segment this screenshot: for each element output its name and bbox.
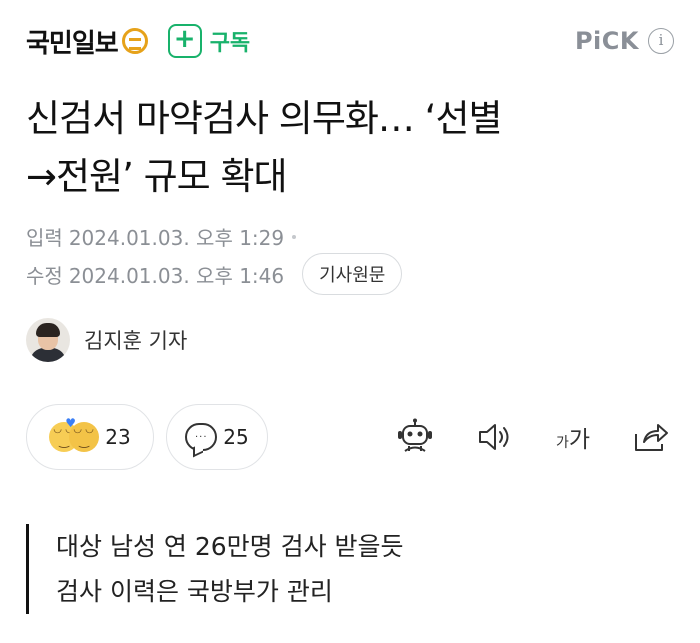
comment-icon: ··· (185, 423, 218, 451)
article-title: 신검서 마약검사 의무화… ‘선별 →전원’ 규모 확대 (26, 90, 676, 206)
subscribe-label: 구독 (209, 31, 251, 56)
plus-icon: + (167, 24, 202, 58)
summary-line: 대상 남성 연 26만명 검사 받을듯 (56, 532, 404, 561)
share-icon[interactable] (630, 416, 672, 458)
action-bar: ♥ 23 ··· 25 가가 (26, 404, 674, 470)
modified-time: 2024.01.03. 오후 1:46 (68, 263, 285, 288)
speaker-icon[interactable] (474, 416, 516, 458)
summary-bot-icon[interactable] (394, 416, 436, 458)
original-article-button[interactable]: 기사원문 (302, 253, 403, 295)
article-summary: 대상 남성 연 26만명 검사 받을듯 검사 이력은 국방부가 관리 (26, 524, 404, 614)
article-title-line1: 신검서 마약검사 의무화… ‘선별 (26, 97, 503, 140)
modified-timestamp: 수정 2024.01.03. 오후 1:46 기사원문 (26, 253, 403, 295)
font-size-icon[interactable]: 가가 (552, 416, 594, 458)
article-title-line2: →전원’ 규모 확대 (26, 155, 288, 198)
reporter-avatar (26, 318, 70, 362)
article-header: 국민일보 + 구독 PiCK i (26, 18, 674, 64)
input-timestamp: 입력 2024.01.03. 오후 1:29 (26, 222, 297, 251)
reaction-emoji-icon: ♥ (49, 416, 100, 452)
reaction-button[interactable]: ♥ 23 (26, 404, 154, 470)
pick-label: PiCK (574, 27, 639, 55)
pick-badge: PiCK i (575, 27, 674, 55)
font-large-glyph: 가 (568, 427, 591, 453)
separator-dot (292, 234, 297, 239)
press-logo[interactable]: 국민일보 (26, 23, 119, 60)
reporter-name: 김지훈 기자 (84, 329, 188, 353)
press-logo-mark-icon (121, 28, 148, 54)
info-icon[interactable]: i (648, 28, 674, 54)
reaction-count: 23 (105, 425, 131, 449)
input-time: 2024.01.03. 오후 1:29 (68, 226, 285, 250)
subscribe-button[interactable]: + 구독 (167, 24, 251, 58)
font-small-glyph: 가 (555, 435, 569, 451)
heart-icon: ♥ (65, 416, 77, 430)
reporter-byline[interactable]: 김지훈 기자 (26, 318, 187, 362)
comment-count: 25 (223, 425, 249, 449)
comment-button[interactable]: ··· 25 (166, 404, 268, 470)
modified-label: 수정 (26, 263, 63, 288)
summary-line: 검사 이력은 국방부가 관리 (56, 577, 333, 606)
input-label: 입력 (26, 226, 63, 250)
